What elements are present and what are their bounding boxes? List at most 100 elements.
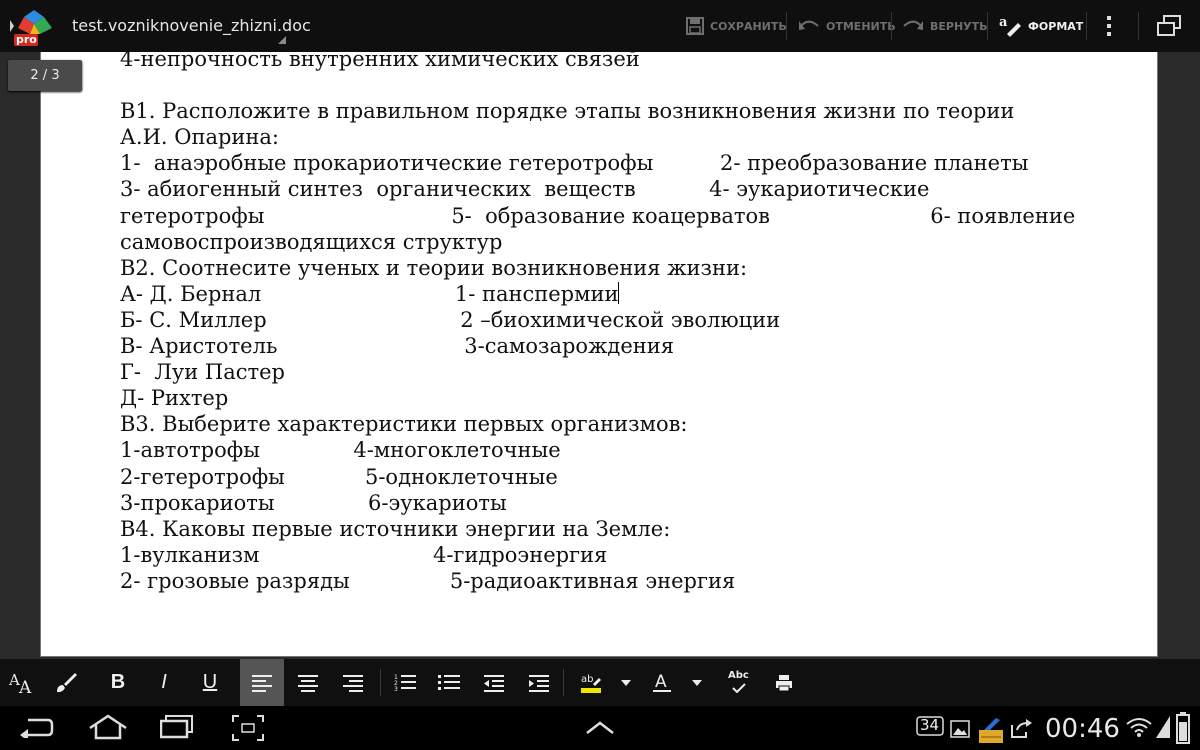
wifi-icon [1126, 716, 1152, 742]
document-line[interactable]: 3-прокариоты 6-эукариоты [120, 490, 1075, 516]
recent-apps-button[interactable] [159, 715, 194, 743]
svg-text:ab: ab [581, 674, 593, 685]
italic-label: I [161, 671, 167, 693]
document-line[interactable]: гетеротрофы 5- образование коацерватов 6… [120, 203, 1075, 229]
title-dropdown-icon[interactable] [278, 36, 286, 44]
document-line[interactable]: самовоспроизводящихся структур [120, 229, 1075, 255]
svg-text:A: A [655, 672, 667, 692]
format-button[interactable]: a ФОРМАТ [998, 8, 1083, 44]
undo-icon [799, 20, 819, 30]
bold-label: B [110, 671, 126, 693]
document-title[interactable]: test.vozniknovenie_zhizni.doc [72, 16, 311, 35]
font-size-icon: A A [9, 671, 32, 695]
screenshot-icon [232, 715, 264, 741]
align-right-icon [343, 674, 363, 692]
spell-check-label: Abc [728, 670, 749, 681]
gallery-icon [950, 720, 970, 742]
cleaner-icon [978, 716, 1004, 748]
increase-indent-button[interactable] [517, 659, 561, 706]
print-button[interactable] [762, 659, 806, 706]
redo-label: ВЕРНУТЬ [930, 19, 988, 33]
document-line[interactable]: 1-вулканизм 4-гидроэнергия [120, 542, 1075, 568]
spell-check-button[interactable]: Abc [717, 659, 761, 706]
undo-button[interactable]: ОТМЕНИТЬ [798, 8, 896, 44]
document-line[interactable]: 1-автотрофы 4-многоклеточные [120, 437, 1075, 463]
document-line[interactable]: 4-непрочность внутренних химических связ… [120, 52, 1075, 72]
numbered-list-button[interactable]: 1 2 3 [383, 659, 427, 706]
save-label: СОХРАНИТЬ [710, 19, 787, 33]
bold-button[interactable]: B [96, 659, 140, 706]
decrease-indent-button[interactable] [472, 659, 516, 706]
font-size-button[interactable]: A A [0, 659, 44, 706]
align-right-button[interactable] [331, 659, 375, 706]
overflow-menu-button[interactable] [1104, 8, 1114, 44]
printer-icon [776, 674, 792, 691]
document-line[interactable]: Г- Луи Пастер [120, 359, 1075, 385]
windows-icon [1157, 15, 1181, 36]
home-button[interactable] [88, 714, 128, 744]
divider [563, 669, 564, 696]
status-clock: 00:46 [1045, 714, 1120, 744]
highlight-icon: ab [581, 674, 601, 693]
document-line[interactable]: В4. Каковы первые источники энергии на З… [120, 516, 1075, 542]
italic-button[interactable]: I [142, 659, 186, 706]
divider [380, 669, 381, 696]
underline-button[interactable]: U [188, 659, 232, 706]
format-icon: a [999, 15, 1021, 37]
document-line[interactable]: 2- грозовые разряды 5-радиоактивная энер… [120, 568, 1075, 594]
signal-icon [1156, 716, 1170, 742]
document-line[interactable]: 3- абиогенный синтез органических вещест… [120, 176, 1075, 202]
checkmark-icon [732, 683, 746, 693]
divider [891, 12, 892, 40]
expand-button[interactable] [585, 720, 615, 739]
svg-text:3: 3 [394, 686, 398, 693]
document-viewport[interactable]: 4-непрочность внутренних химических связ… [0, 52, 1200, 659]
text-color-button[interactable]: A [640, 659, 684, 706]
document-line[interactable]: 2-гетеротрофы 5-одноклеточные [120, 464, 1075, 490]
document-page[interactable]: 4-непрочность внутренних химических связ… [40, 52, 1158, 657]
numbered-list-icon: 1 2 3 [394, 674, 416, 693]
format-painter-button[interactable] [44, 659, 88, 706]
bullet-list-button[interactable] [427, 659, 471, 706]
undo-label: ОТМЕНИТЬ [826, 19, 896, 33]
document-line[interactable]: В3. Выберите характеристики первых орган… [120, 411, 1075, 437]
back-icon [20, 718, 54, 741]
recent-apps-icon [159, 715, 193, 739]
text-color-dropdown[interactable] [683, 659, 711, 706]
system-bar: 34 00:46 [0, 706, 1200, 750]
svg-text:A: A [18, 678, 32, 695]
document-line[interactable] [120, 72, 1075, 98]
document-line[interactable]: В2. Соотнесите ученых и теории возникнов… [120, 255, 1075, 281]
format-label: ФОРМАТ [1028, 19, 1084, 33]
highlight-button[interactable]: ab [569, 659, 613, 706]
align-left-button[interactable] [240, 659, 284, 706]
pro-badge: pro [16, 33, 37, 46]
chevron-up-icon [586, 721, 614, 734]
highlight-dropdown[interactable] [612, 659, 640, 706]
save-button[interactable]: СОХРАНИТЬ [686, 8, 787, 44]
document-line[interactable]: В1. Расположите в правильном порядке эта… [120, 98, 1075, 124]
align-center-button[interactable] [286, 659, 330, 706]
document-line[interactable]: Б- С. Миллер 2 –биохимической эволюции [120, 307, 1075, 333]
document-text[interactable]: 4-непрочность внутренних химических связ… [120, 52, 1075, 594]
battery-icon [1176, 712, 1190, 748]
action-bar: pro test.vozniknovenie_zhizni.doc СОХРАН… [0, 0, 1200, 52]
divider [1086, 12, 1087, 40]
notification-badge[interactable]: 34 [916, 716, 944, 744]
document-line[interactable]: А.И. Опарина: [120, 124, 1075, 150]
back-button[interactable] [20, 716, 54, 742]
dropdown-arrow-icon [621, 679, 631, 686]
app-logo-icon[interactable]: pro [10, 6, 60, 46]
window-mode-button[interactable] [1156, 8, 1182, 44]
document-line[interactable]: Д- Рихтер [120, 385, 1075, 411]
dropdown-arrow-icon [692, 679, 702, 686]
align-left-icon [252, 674, 272, 692]
outdent-icon [484, 674, 504, 692]
document-line[interactable]: А- Д. Бернал 1- панспермии [120, 281, 1075, 307]
bullet-list-icon [438, 674, 460, 690]
screenshot-button[interactable] [232, 715, 264, 745]
document-line[interactable]: 1- анаэробные прокариотические гетеротро… [120, 150, 1075, 176]
document-line[interactable]: В- Аристотель 3-самозарождения [120, 333, 1075, 359]
redo-button[interactable]: ВЕРНУТЬ [902, 8, 988, 44]
redo-icon [903, 20, 923, 30]
